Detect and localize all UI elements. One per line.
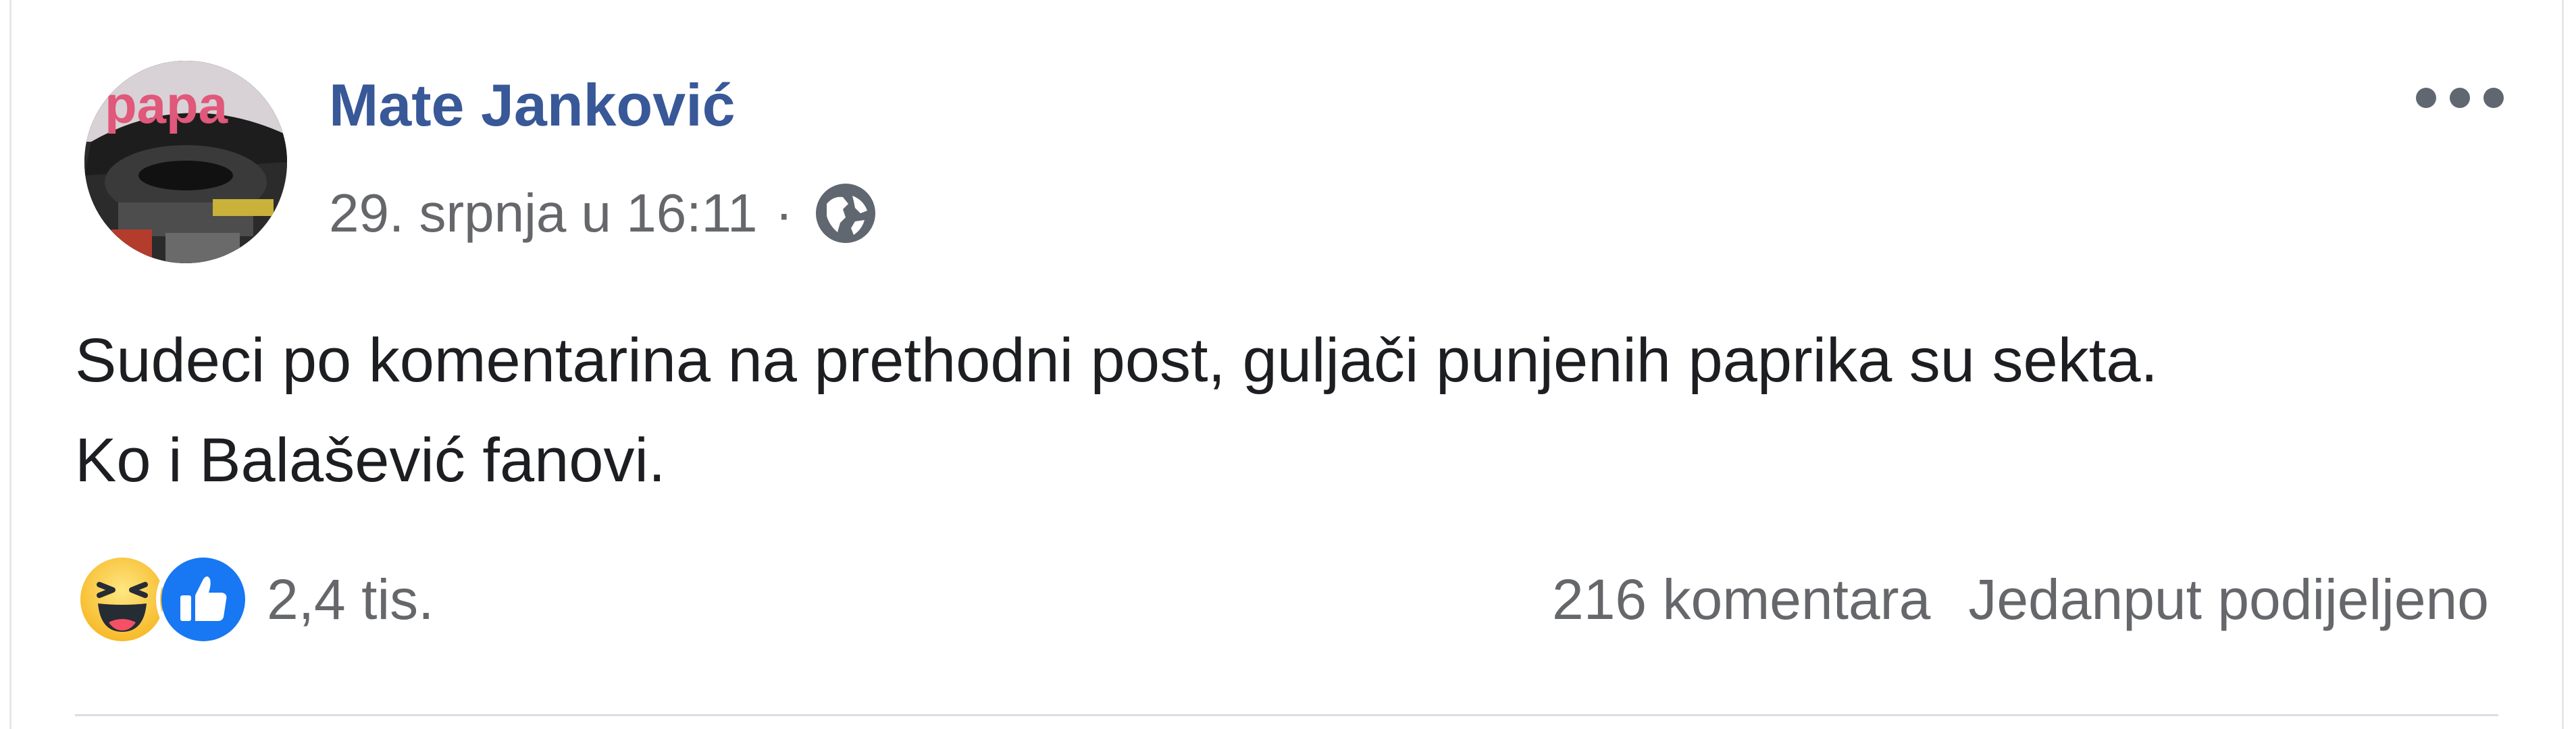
- reaction-count[interactable]: 2,4 tis.: [267, 567, 434, 632]
- globe-icon[interactable]: [813, 181, 878, 246]
- haha-icon: [75, 552, 170, 647]
- more-dot: [2483, 88, 2504, 108]
- like-icon: [156, 552, 251, 647]
- shares-count-link[interactable]: Jedanput podijeljeno: [1968, 567, 2489, 632]
- post-text-line: Sudeci po komentarina na prethodni post,…: [75, 326, 2158, 395]
- post-text: Sudeci po komentarina na prethodni post,…: [75, 310, 2506, 510]
- post-timestamp-link[interactable]: 29. srpnja u 16:11: [329, 182, 758, 244]
- more-dot: [2450, 88, 2470, 108]
- author-name-link[interactable]: Mate Janković: [329, 76, 736, 135]
- comments-count-link[interactable]: 216 komentara: [1552, 567, 1930, 632]
- meta-separator: ·: [775, 183, 794, 243]
- svg-text:papa: papa: [105, 75, 228, 134]
- more-dot: [2416, 88, 2436, 108]
- post-stats: 216 komentara Jedanput podijeljeno: [1552, 567, 2489, 632]
- more-options-icon[interactable]: [2416, 74, 2504, 122]
- reactions-summary[interactable]: 2,4 tis.: [75, 552, 434, 647]
- post-card: papa Mate Janković 29. srpnja u 16:11 · …: [9, 0, 2564, 729]
- post-text-line: Ko i Balašević fanovi.: [75, 426, 666, 495]
- post-meta: 29. srpnja u 16:11 ·: [329, 180, 878, 247]
- divider: [75, 714, 2498, 716]
- author-avatar[interactable]: papa: [84, 61, 287, 263]
